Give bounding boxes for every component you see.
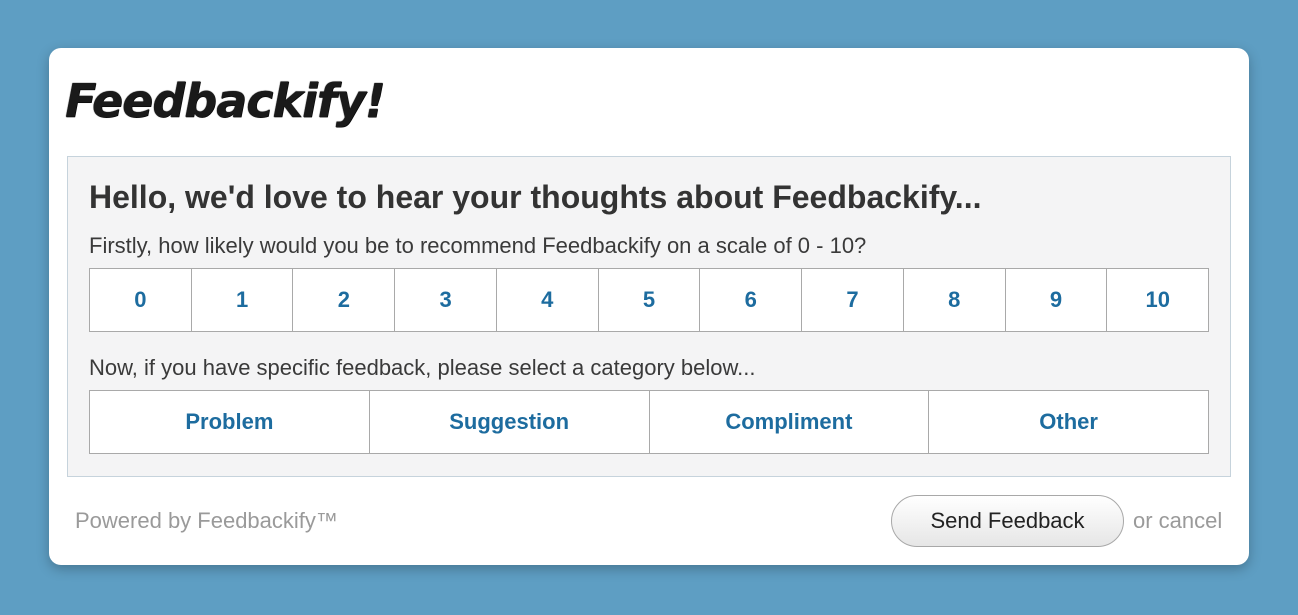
- category-question: Now, if you have specific feedback, plea…: [89, 355, 756, 380]
- scale-option-0[interactable]: 0: [90, 269, 191, 331]
- scale-option-5[interactable]: 5: [597, 269, 700, 331]
- feedback-panel: Hello, we'd love to hear your thoughts a…: [67, 156, 1231, 477]
- feedback-modal: Feedbackify! Hello, we'd love to hear yo…: [49, 48, 1249, 565]
- scale-option-10[interactable]: 10: [1106, 269, 1209, 331]
- category-selector: Problem Suggestion Compliment Other: [89, 390, 1209, 454]
- feedbackify-logo: Feedbackify!: [65, 74, 386, 128]
- scale-option-2[interactable]: 2: [292, 269, 395, 331]
- page-title: Hello, we'd love to hear your thoughts a…: [89, 179, 982, 215]
- scale-option-8[interactable]: 8: [902, 269, 1005, 331]
- cancel-link[interactable]: or cancel: [1133, 506, 1222, 536]
- category-problem-button[interactable]: Problem: [90, 391, 369, 453]
- scale-option-3[interactable]: 3: [394, 269, 496, 331]
- powered-by-text: Powered by Feedbackify™: [75, 508, 338, 533]
- scale-option-1[interactable]: 1: [190, 269, 293, 331]
- category-suggestion-button[interactable]: Suggestion: [368, 391, 649, 453]
- scale-question: Firstly, how likely would you be to reco…: [89, 233, 867, 258]
- scale-option-6[interactable]: 6: [699, 269, 802, 331]
- category-compliment-button[interactable]: Compliment: [648, 391, 929, 453]
- scale-option-7[interactable]: 7: [801, 269, 903, 331]
- category-other-button[interactable]: Other: [928, 391, 1208, 453]
- scale-selector: 0 1 2 3 4 5 6 7 8 9 10: [89, 268, 1209, 332]
- send-feedback-button[interactable]: Send Feedback: [891, 495, 1124, 547]
- scale-option-4[interactable]: 4: [495, 269, 598, 331]
- scale-option-9[interactable]: 9: [1004, 269, 1107, 331]
